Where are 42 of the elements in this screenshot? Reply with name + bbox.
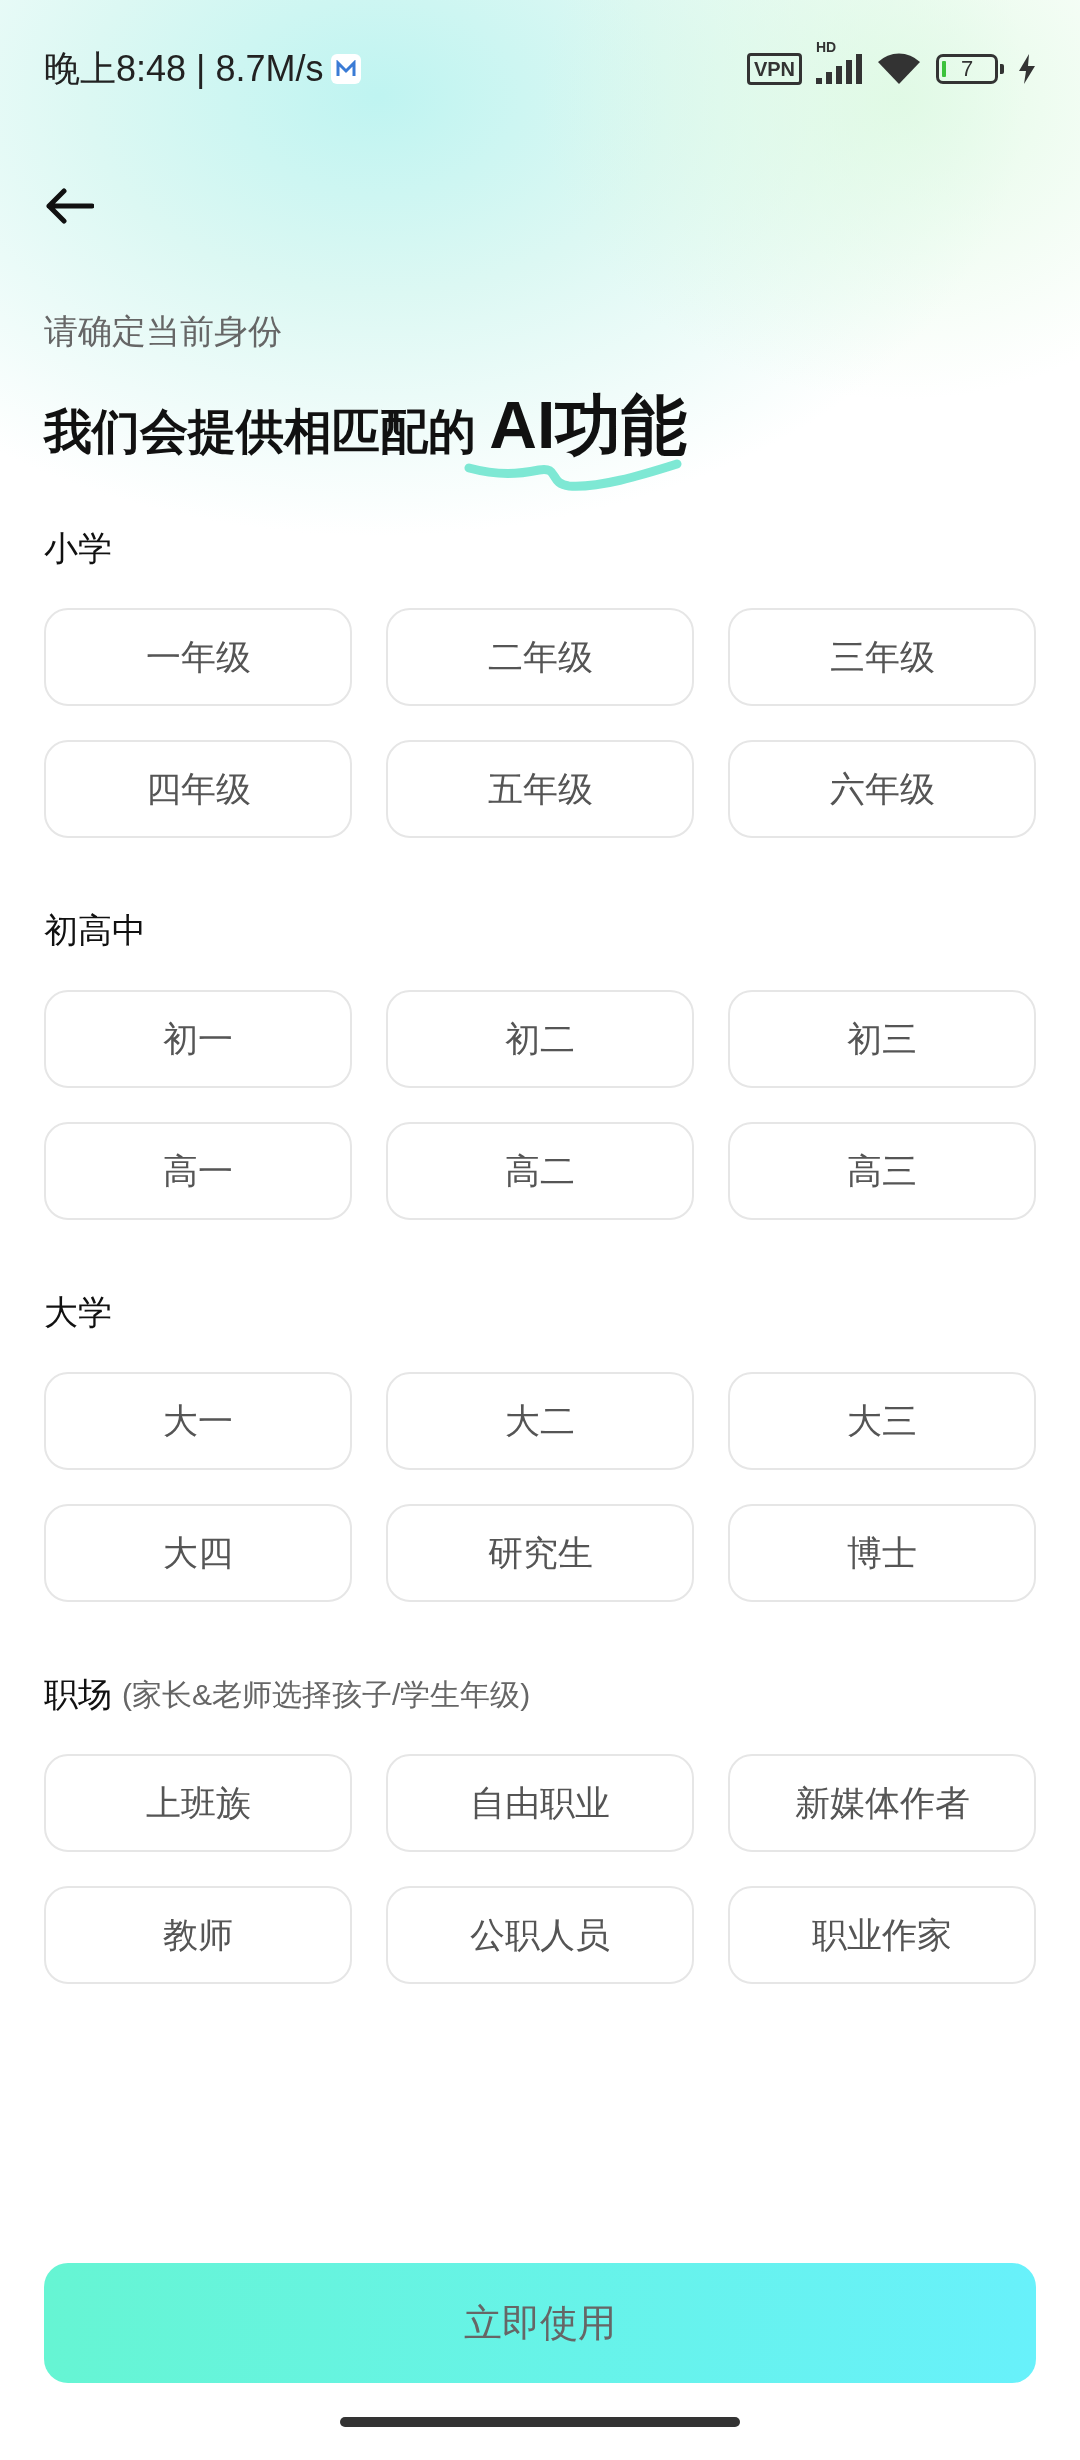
status-time-speed: 晚上8:48 | 8.7M/s bbox=[44, 47, 324, 91]
option-button[interactable]: 大三 bbox=[728, 1372, 1036, 1470]
option-button[interactable]: 上班族 bbox=[44, 1754, 352, 1852]
wifi-icon bbox=[876, 52, 922, 86]
option-button[interactable]: 大一 bbox=[44, 1372, 352, 1470]
option-button[interactable]: 初一 bbox=[44, 990, 352, 1088]
use-now-button[interactable]: 立即使用 bbox=[44, 2263, 1036, 2383]
page-title: 我们会提供相匹配的 AI功能 bbox=[44, 387, 688, 464]
section-label: 职场 bbox=[44, 1673, 112, 1715]
battery-level: 7 bbox=[960, 58, 974, 80]
option-button[interactable]: 二年级 bbox=[386, 608, 694, 706]
section-label: 大学 bbox=[44, 1291, 112, 1333]
app-notification-icon bbox=[331, 54, 362, 84]
signal-icon bbox=[816, 54, 862, 84]
charging-icon bbox=[1018, 54, 1036, 84]
network-type-label: HD bbox=[816, 40, 837, 54]
option-button[interactable]: 六年级 bbox=[728, 740, 1036, 838]
option-button[interactable]: 高二 bbox=[386, 1122, 694, 1220]
option-button[interactable]: 四年级 bbox=[44, 740, 352, 838]
option-button[interactable]: 教师 bbox=[44, 1886, 352, 1984]
back-icon bbox=[44, 188, 94, 224]
option-button[interactable]: 公职人员 bbox=[386, 1886, 694, 1984]
option-button[interactable]: 高三 bbox=[728, 1122, 1036, 1220]
section-label: 小学 bbox=[44, 527, 112, 569]
option-button[interactable]: 大二 bbox=[386, 1372, 694, 1470]
option-button[interactable]: 一年级 bbox=[44, 608, 352, 706]
option-button[interactable]: 自由职业 bbox=[386, 1754, 694, 1852]
section-note: (家长&老师选择孩子/学生年级) bbox=[122, 1676, 531, 1713]
section-label: 初高中 bbox=[44, 909, 146, 951]
option-button[interactable]: 研究生 bbox=[386, 1504, 694, 1602]
vpn-badge: VPN bbox=[746, 53, 802, 85]
option-button[interactable]: 职业作家 bbox=[728, 1886, 1036, 1984]
home-indicator[interactable] bbox=[340, 2416, 740, 2427]
option-button[interactable]: 三年级 bbox=[728, 608, 1036, 706]
option-button[interactable]: 五年级 bbox=[386, 740, 694, 838]
option-button[interactable]: 初二 bbox=[386, 990, 694, 1088]
option-button[interactable]: 高一 bbox=[44, 1122, 352, 1220]
option-button[interactable]: 初三 bbox=[728, 990, 1036, 1088]
subtitle: 请确定当前身份 bbox=[44, 311, 283, 352]
option-button[interactable]: 新媒体作者 bbox=[728, 1754, 1036, 1852]
option-button[interactable]: 大四 bbox=[44, 1504, 352, 1602]
option-button[interactable]: 博士 bbox=[728, 1504, 1036, 1602]
